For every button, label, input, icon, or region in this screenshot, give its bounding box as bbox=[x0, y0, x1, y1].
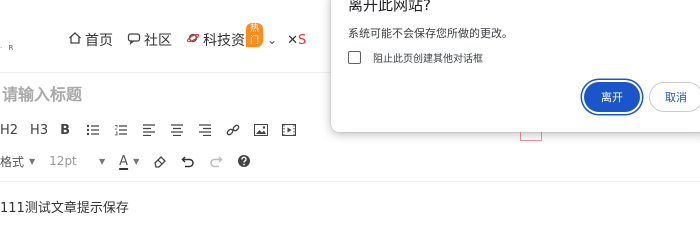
help-icon[interactable] bbox=[237, 154, 251, 168]
title-input[interactable] bbox=[0, 80, 334, 108]
heading3-button[interactable]: H3 bbox=[30, 120, 48, 140]
align-left-icon[interactable] bbox=[138, 120, 160, 140]
planet-icon bbox=[186, 31, 203, 49]
editor-toolbar-row2: 格式 ▼ 12pt ▼ A ▼ bbox=[0, 151, 265, 171]
video-icon[interactable] bbox=[278, 120, 300, 140]
nav-home[interactable]: 首页 bbox=[68, 30, 113, 50]
numbered-list-icon[interactable] bbox=[110, 120, 132, 140]
suppress-dialogs-checkbox[interactable] bbox=[348, 51, 361, 64]
eraser-icon[interactable] bbox=[153, 154, 167, 168]
nav-community-label: 社区 bbox=[144, 33, 172, 49]
nav-partial-letter: S bbox=[297, 32, 307, 48]
caret-down-icon: ▼ bbox=[133, 156, 140, 166]
dialog-message: 系统可能不会保存您所做的更改。 bbox=[348, 27, 513, 40]
font-color-icon: A bbox=[119, 153, 129, 169]
image-icon[interactable] bbox=[250, 120, 272, 140]
nav-home-label: 首页 bbox=[85, 33, 113, 49]
main-nav: 首页 社区 科技资讯 热门 ⌄ ✕S bbox=[68, 23, 306, 50]
nav-community[interactable]: 社区 bbox=[127, 30, 172, 50]
align-right-icon[interactable] bbox=[194, 120, 216, 140]
align-center-icon[interactable] bbox=[166, 120, 188, 140]
bullet-list-icon[interactable] bbox=[82, 120, 104, 140]
home-icon bbox=[68, 31, 85, 49]
editor-toolbar-row1: H2 H3 B bbox=[0, 120, 306, 140]
undo-icon[interactable] bbox=[181, 154, 195, 168]
caret-down-icon: ▼ bbox=[99, 156, 106, 166]
font-size-dropdown[interactable]: 12pt ▼ bbox=[49, 154, 105, 168]
redo-icon[interactable] bbox=[209, 154, 223, 168]
leave-site-dialog: 离开此网站? 系统可能不会保存您所做的更改。 阻止此页创建其他对话框 离开 取消 bbox=[331, 0, 700, 132]
editor-divider bbox=[0, 181, 700, 182]
nav-tech-news[interactable]: 科技资讯 热门 bbox=[186, 23, 264, 50]
cancel-button[interactable]: 取消 bbox=[649, 82, 700, 112]
dialog-title: 离开此网站? bbox=[348, 0, 431, 14]
suppress-dialogs-label: 阻止此页创建其他对话框 bbox=[373, 54, 483, 65]
link-icon[interactable] bbox=[222, 120, 244, 140]
nav-partial-item[interactable]: ✕S bbox=[287, 33, 306, 48]
editor-body-text[interactable]: 111测试文章提示保存 bbox=[0, 197, 129, 216]
format-label: 格式 bbox=[0, 154, 25, 169]
heading2-button[interactable]: H2 bbox=[0, 120, 18, 140]
font-color-dropdown[interactable]: A ▼ bbox=[119, 154, 139, 169]
chevron-down-icon[interactable]: ⌄ bbox=[267, 33, 277, 47]
logo-fragment[interactable]: · R bbox=[0, 44, 15, 52]
leave-button[interactable]: 离开 bbox=[584, 82, 640, 112]
chat-icon bbox=[127, 31, 144, 49]
bold-button[interactable]: B bbox=[60, 120, 70, 140]
font-size-value: 12pt bbox=[49, 154, 77, 168]
hot-badge: 热门 bbox=[246, 23, 264, 47]
suppress-dialogs-option[interactable]: 阻止此页创建其他对话框 bbox=[348, 50, 483, 65]
format-dropdown[interactable]: 格式 ▼ bbox=[0, 153, 35, 170]
caret-down-icon: ▼ bbox=[29, 156, 36, 166]
